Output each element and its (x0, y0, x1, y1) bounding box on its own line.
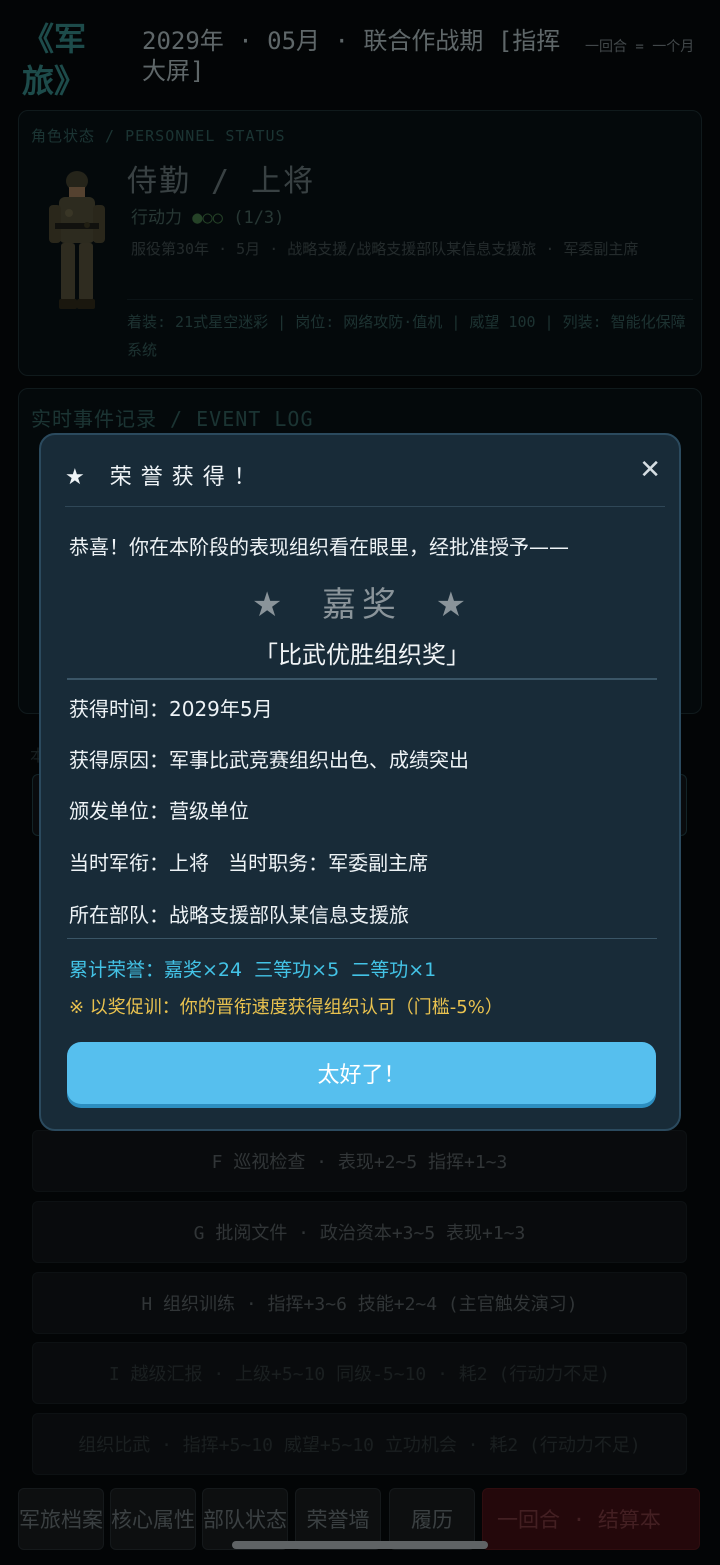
honor-bonus-note: ※ 以奖促训：你的晋衔速度获得组织认可（门槛-5%） (69, 997, 503, 1018)
award-issuer-value: 营级单位 (169, 799, 249, 823)
award-time-label: 获得时间： (69, 697, 169, 721)
award-rank-post: 当时军衔：上将 当时职务：军委副主席 (69, 847, 428, 876)
award-unit: 所在部队：战略支援部队某信息支援旅 (69, 899, 409, 928)
close-icon[interactable]: ✕ (639, 455, 661, 485)
award-rank-value: 上将 (169, 851, 209, 875)
award-post-value: 军委副主席 (328, 851, 429, 875)
honor-dialog: ★ 荣誉获得！ ✕ 恭喜！你在本阶段的表现组织看在眼里，经批准授予—— ★ 嘉奖… (39, 433, 681, 1131)
award-post-label: 当时职务： (228, 851, 329, 875)
award-issuer-label: 颁发单位： (69, 799, 169, 823)
divider (67, 678, 657, 680)
award-time-value: 2029年5月 (169, 697, 273, 721)
award-unit-label: 所在部队： (69, 903, 169, 927)
award-reason-value: 军事比武竞赛组织出色、成绩突出 (169, 748, 469, 772)
honor-total: 累计荣誉：嘉奖×24 三等功×5 二等功×1 (69, 959, 437, 981)
award-unit-value: 战略支援部队某信息支援旅 (169, 903, 409, 927)
award-issuer: 颁发单位：营级单位 (69, 795, 249, 824)
award-reason-label: 获得原因： (69, 748, 169, 772)
dialog-title: ★ 荣誉获得！ (65, 465, 265, 490)
award-name: 「比武优胜组织奖」 (254, 641, 470, 669)
award-time: 获得时间：2029年5月 (69, 693, 273, 722)
dialog-header: ★ 荣誉获得！ ✕ (65, 455, 665, 507)
award-rank-label: 当时军衔： (69, 851, 169, 875)
award-type: ★ 嘉奖 ★ (251, 585, 473, 625)
dialog-intro: 恭喜！你在本阶段的表现组织看在眼里，经批准授予—— (69, 535, 569, 559)
divider (67, 938, 657, 939)
award-reason: 获得原因：军事比武竞赛组织出色、成绩突出 (69, 744, 469, 773)
confirm-button[interactable]: 太好了！ (67, 1042, 656, 1104)
